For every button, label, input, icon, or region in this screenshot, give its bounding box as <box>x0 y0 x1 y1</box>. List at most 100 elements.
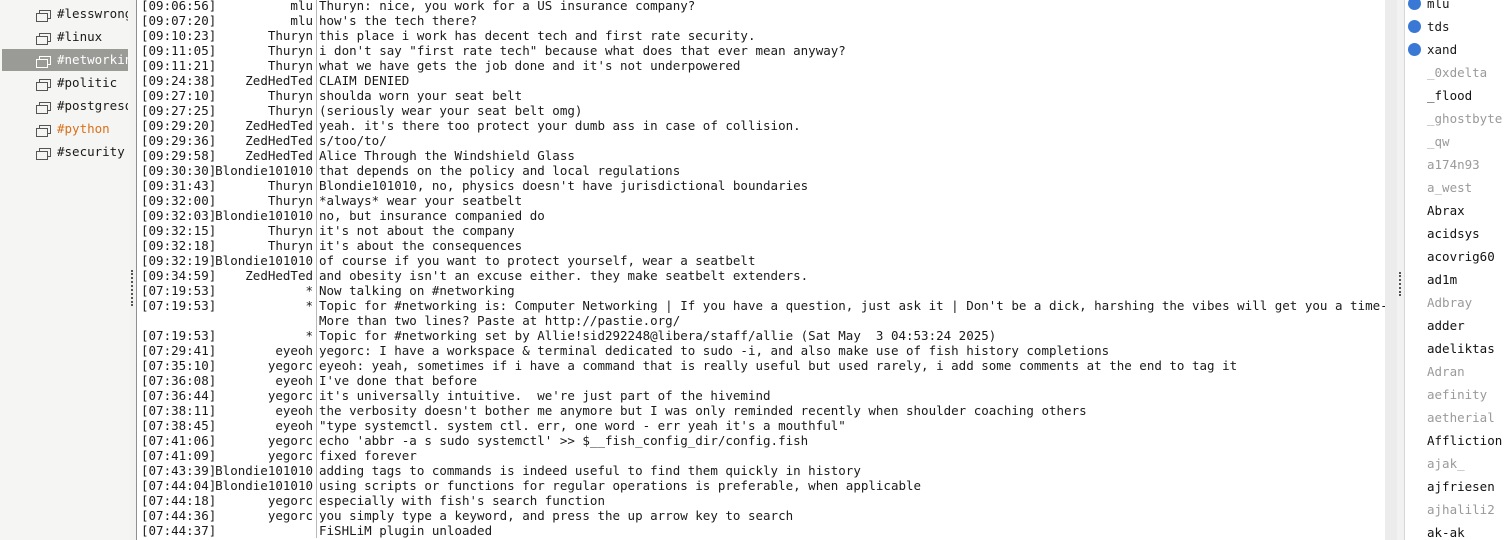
user-nick: Affliction <box>1427 433 1503 448</box>
chat-line: [07:38:45] eyeoh "type systemctl. system c… <box>137 418 1385 433</box>
voice-status-icon <box>1408 20 1421 33</box>
message-text: how's the tech there? <box>319 13 478 28</box>
user-nick: _qw <box>1427 134 1450 149</box>
chat-bubble-icon <box>36 54 51 68</box>
message-nick[interactable]: * <box>137 328 313 343</box>
nick-separator <box>316 88 317 103</box>
chat-bubble-icon <box>36 77 51 91</box>
channel-item[interactable]: #networking <box>2 49 128 71</box>
message-nick[interactable]: ZedHedTed <box>137 148 313 163</box>
user-nick: _0xdelta <box>1427 65 1488 80</box>
nick-separator <box>316 0 317 13</box>
user-list-item[interactable]: Adbray <box>1405 291 1504 314</box>
message-nick[interactable]: Thuryn <box>137 88 313 103</box>
message-nick[interactable]: yegorc <box>137 358 313 373</box>
message-nick[interactable]: yegorc <box>137 448 313 463</box>
message-nick[interactable]: yegorc <box>137 493 313 508</box>
message-nick[interactable]: Blondie101010 <box>137 163 313 178</box>
message-nick[interactable]: Blondie101010 <box>137 478 313 493</box>
user-list-item[interactable]: ajak_ <box>1405 452 1504 475</box>
channel-item[interactable]: #postgresql <box>2 95 128 117</box>
message-nick[interactable]: Thuryn <box>137 28 313 43</box>
user-list-item[interactable]: _0xdelta <box>1405 61 1504 84</box>
message-text: you simply type a keyword, and press the… <box>319 508 794 523</box>
message-nick[interactable]: mlu <box>137 0 313 13</box>
message-nick[interactable]: eyeoh <box>137 373 313 388</box>
chat-scrollbar[interactable] <box>1385 0 1397 540</box>
user-list-item[interactable]: a174n93 <box>1405 153 1504 176</box>
message-nick[interactable]: eyeoh <box>137 418 313 433</box>
message-nick[interactable]: yegorc <box>137 433 313 448</box>
chat-line: [09:07:20] mlu how's the tech there? <box>137 13 1385 28</box>
chat-line: [09:32:03] Blondie101010 no, but insurance… <box>137 208 1385 223</box>
message-nick[interactable]: Blondie101010 <box>137 208 313 223</box>
channel-item[interactable]: #lesswrong <box>2 3 128 25</box>
user-list-item[interactable]: adeliktas <box>1405 337 1504 360</box>
user-list-item[interactable]: xand <box>1405 38 1504 61</box>
user-list-item[interactable]: adder <box>1405 314 1504 337</box>
chat-line: [07:36:44] yegorc it's universally intuiti… <box>137 388 1385 403</box>
chat-line: [07:29:41] eyeoh yegorc: I have a workspac… <box>137 343 1385 358</box>
channel-item[interactable]: #linux <box>2 26 128 48</box>
message-nick[interactable]: mlu <box>137 13 313 28</box>
message-nick[interactable]: Thuryn <box>137 103 313 118</box>
channel-item[interactable]: #security <box>2 141 128 163</box>
nick-separator <box>316 118 317 133</box>
message-nick[interactable]: Thuryn <box>137 43 313 58</box>
message-nick[interactable]: * <box>137 298 313 313</box>
nick-separator <box>316 493 317 508</box>
message-nick[interactable]: ZedHedTed <box>137 73 313 88</box>
message-nick[interactable]: eyeoh <box>137 343 313 358</box>
message-text: of course if you want to protect yoursel… <box>319 253 756 268</box>
user-list-item[interactable]: aetherial <box>1405 406 1504 429</box>
user-nick: mlu <box>1427 0 1450 11</box>
chat-line: [09:06:56] mlu Thuryn: nice, you work for … <box>137 0 1385 13</box>
user-list-item[interactable]: Abrax <box>1405 199 1504 222</box>
user-list-item[interactable]: ajhalili2 <box>1405 498 1504 521</box>
message-nick[interactable]: Thuryn <box>137 238 313 253</box>
message-nick[interactable]: Blondie101010 <box>137 463 313 478</box>
message-text: eyeoh: yeah, sometimes if i have a comma… <box>319 358 1238 373</box>
pane-resize-handle-right[interactable] <box>1399 272 1403 296</box>
user-list-item[interactable]: acidsys <box>1405 222 1504 245</box>
nick-separator <box>316 328 317 343</box>
message-nick[interactable]: Thuryn <box>137 58 313 73</box>
user-list-item[interactable]: ajfriesen <box>1405 475 1504 498</box>
user-list-item[interactable]: Adran <box>1405 360 1504 383</box>
user-list-item[interactable]: acovrig60 <box>1405 245 1504 268</box>
chat-line: [09:10:23] Thuryn this place i work has de… <box>137 28 1385 43</box>
user-list-item[interactable]: aefinity <box>1405 383 1504 406</box>
message-nick[interactable]: ZedHedTed <box>137 268 313 283</box>
user-list-item[interactable]: ak-ak <box>1405 521 1504 540</box>
message-nick[interactable]: Thuryn <box>137 223 313 238</box>
message-text: no, but insurance companied do <box>319 208 545 223</box>
user-list-item[interactable]: a_west <box>1405 176 1504 199</box>
chat-line: [07:35:10] yegorc eyeoh: yeah, sometimes i… <box>137 358 1385 373</box>
chat-bubble-icon <box>36 31 51 45</box>
message-text: it's universally intuitive. we're just p… <box>319 388 771 403</box>
user-list-item[interactable]: _ghostbyte <box>1405 107 1504 130</box>
channel-item[interactable]: #politic <box>2 72 128 94</box>
message-text: especially with fish's search function <box>319 493 605 508</box>
pane-resize-handle-left[interactable] <box>131 270 135 306</box>
user-list-item[interactable]: mlu <box>1405 0 1504 15</box>
nick-separator <box>316 283 317 298</box>
user-nick: xand <box>1427 42 1458 57</box>
user-list-item[interactable]: Affliction <box>1405 429 1504 452</box>
message-nick[interactable]: eyeoh <box>137 403 313 418</box>
message-text: that depends on the policy and local reg… <box>319 163 681 178</box>
user-list-item[interactable]: tds <box>1405 15 1504 38</box>
message-nick[interactable]: yegorc <box>137 388 313 403</box>
message-nick[interactable]: yegorc <box>137 508 313 523</box>
message-nick[interactable]: ZedHedTed <box>137 118 313 133</box>
user-list-item[interactable]: _flood <box>1405 84 1504 107</box>
message-nick[interactable]: Blondie101010 <box>137 253 313 268</box>
message-nick[interactable]: Thuryn <box>137 193 313 208</box>
message-text: this place i work has decent tech and fi… <box>319 28 756 43</box>
message-nick[interactable]: ZedHedTed <box>137 133 313 148</box>
user-list-item[interactable]: _qw <box>1405 130 1504 153</box>
channel-item[interactable]: #python <box>2 118 128 140</box>
message-nick[interactable]: Thuryn <box>137 178 313 193</box>
message-nick[interactable]: * <box>137 283 313 298</box>
user-list-item[interactable]: ad1m <box>1405 268 1504 291</box>
